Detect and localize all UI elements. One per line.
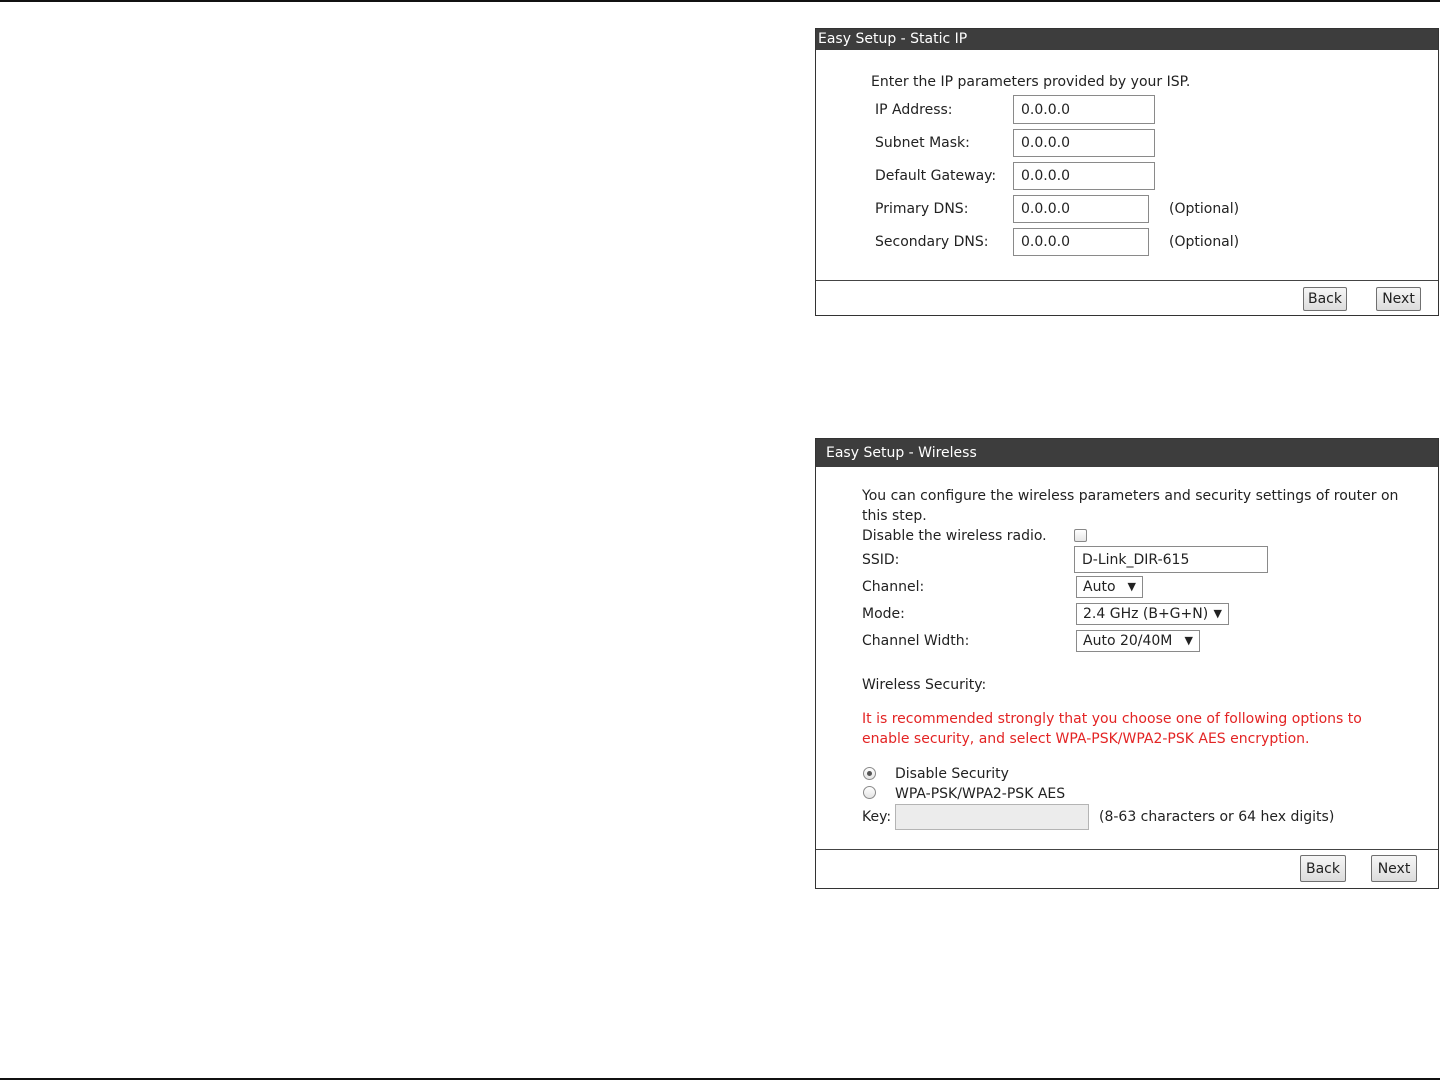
ip-address-label: IP Address: bbox=[875, 102, 953, 118]
mode-select-value: 2.4 GHz (B+G+N) bbox=[1083, 606, 1209, 622]
static-ip-back-button[interactable]: Back bbox=[1303, 287, 1347, 311]
primary-dns-input[interactable] bbox=[1013, 195, 1149, 223]
channel-select[interactable]: Auto ▼ bbox=[1076, 576, 1143, 598]
key-label: Key: bbox=[862, 809, 892, 825]
ssid-input[interactable] bbox=[1074, 546, 1268, 573]
secondary-dns-optional-note: (Optional) bbox=[1169, 234, 1240, 250]
default-gateway-input[interactable] bbox=[1013, 162, 1155, 190]
channel-label: Channel: bbox=[862, 579, 925, 595]
disable-security-label: Disable Security bbox=[895, 766, 1009, 782]
chevron-down-icon: ▼ bbox=[1213, 607, 1222, 620]
bottom-rule bbox=[0, 1078, 1440, 1080]
mode-select[interactable]: 2.4 GHz (B+G+N) ▼ bbox=[1076, 603, 1229, 625]
radio-selected-dot bbox=[867, 771, 872, 776]
security-warning-line1: It is recommended strongly that you choo… bbox=[862, 711, 1362, 727]
static-ip-title: Easy Setup - Static IP bbox=[816, 29, 1438, 50]
chevron-down-icon: ▼ bbox=[1127, 580, 1136, 593]
default-gateway-label: Default Gateway: bbox=[875, 168, 997, 184]
wireless-title: Easy Setup - Wireless bbox=[816, 439, 1438, 467]
disable-security-radio[interactable] bbox=[863, 767, 876, 780]
secondary-dns-input[interactable] bbox=[1013, 228, 1149, 256]
wpa-psk-radio[interactable] bbox=[863, 786, 876, 799]
key-input[interactable] bbox=[895, 804, 1089, 830]
mode-label: Mode: bbox=[862, 606, 905, 622]
primary-dns-optional-note: (Optional) bbox=[1169, 201, 1240, 217]
key-hint: (8-63 characters or 64 hex digits) bbox=[1099, 809, 1335, 825]
static-ip-footer: Back Next bbox=[816, 280, 1438, 315]
wireless-panel: Easy Setup - Wireless You can configure … bbox=[815, 438, 1439, 889]
wireless-security-heading: Wireless Security: bbox=[862, 677, 987, 693]
channel-select-value: Auto bbox=[1083, 579, 1116, 595]
ssid-label: SSID: bbox=[862, 552, 900, 568]
subnet-mask-input[interactable] bbox=[1013, 129, 1155, 157]
secondary-dns-label: Secondary DNS: bbox=[875, 234, 989, 250]
channel-width-select-value: Auto 20/40M bbox=[1083, 633, 1173, 649]
security-warning-line2: enable security, and select WPA-PSK/WPA2… bbox=[862, 731, 1310, 747]
channel-width-label: Channel Width: bbox=[862, 633, 970, 649]
top-rule bbox=[0, 0, 1440, 2]
wireless-footer: Back Next bbox=[816, 849, 1438, 888]
wireless-back-button[interactable]: Back bbox=[1300, 855, 1346, 882]
ip-address-input[interactable] bbox=[1013, 95, 1155, 124]
disable-radio-label: Disable the wireless radio. bbox=[862, 528, 1047, 544]
static-ip-intro: Enter the IP parameters provided by your… bbox=[871, 74, 1191, 90]
chevron-down-icon: ▼ bbox=[1184, 634, 1193, 647]
wireless-intro-line1: You can configure the wireless parameter… bbox=[862, 488, 1399, 504]
static-ip-next-button[interactable]: Next bbox=[1376, 287, 1421, 311]
primary-dns-label: Primary DNS: bbox=[875, 201, 969, 217]
disable-radio-checkbox[interactable] bbox=[1074, 529, 1087, 542]
wireless-intro-line2: this step. bbox=[862, 508, 927, 524]
static-ip-panel: Easy Setup - Static IP Enter the IP para… bbox=[815, 28, 1439, 316]
wireless-next-button[interactable]: Next bbox=[1371, 855, 1417, 882]
wpa-psk-label: WPA-PSK/WPA2-PSK AES bbox=[895, 786, 1066, 802]
subnet-mask-label: Subnet Mask: bbox=[875, 135, 970, 151]
channel-width-select[interactable]: Auto 20/40M ▼ bbox=[1076, 630, 1200, 652]
